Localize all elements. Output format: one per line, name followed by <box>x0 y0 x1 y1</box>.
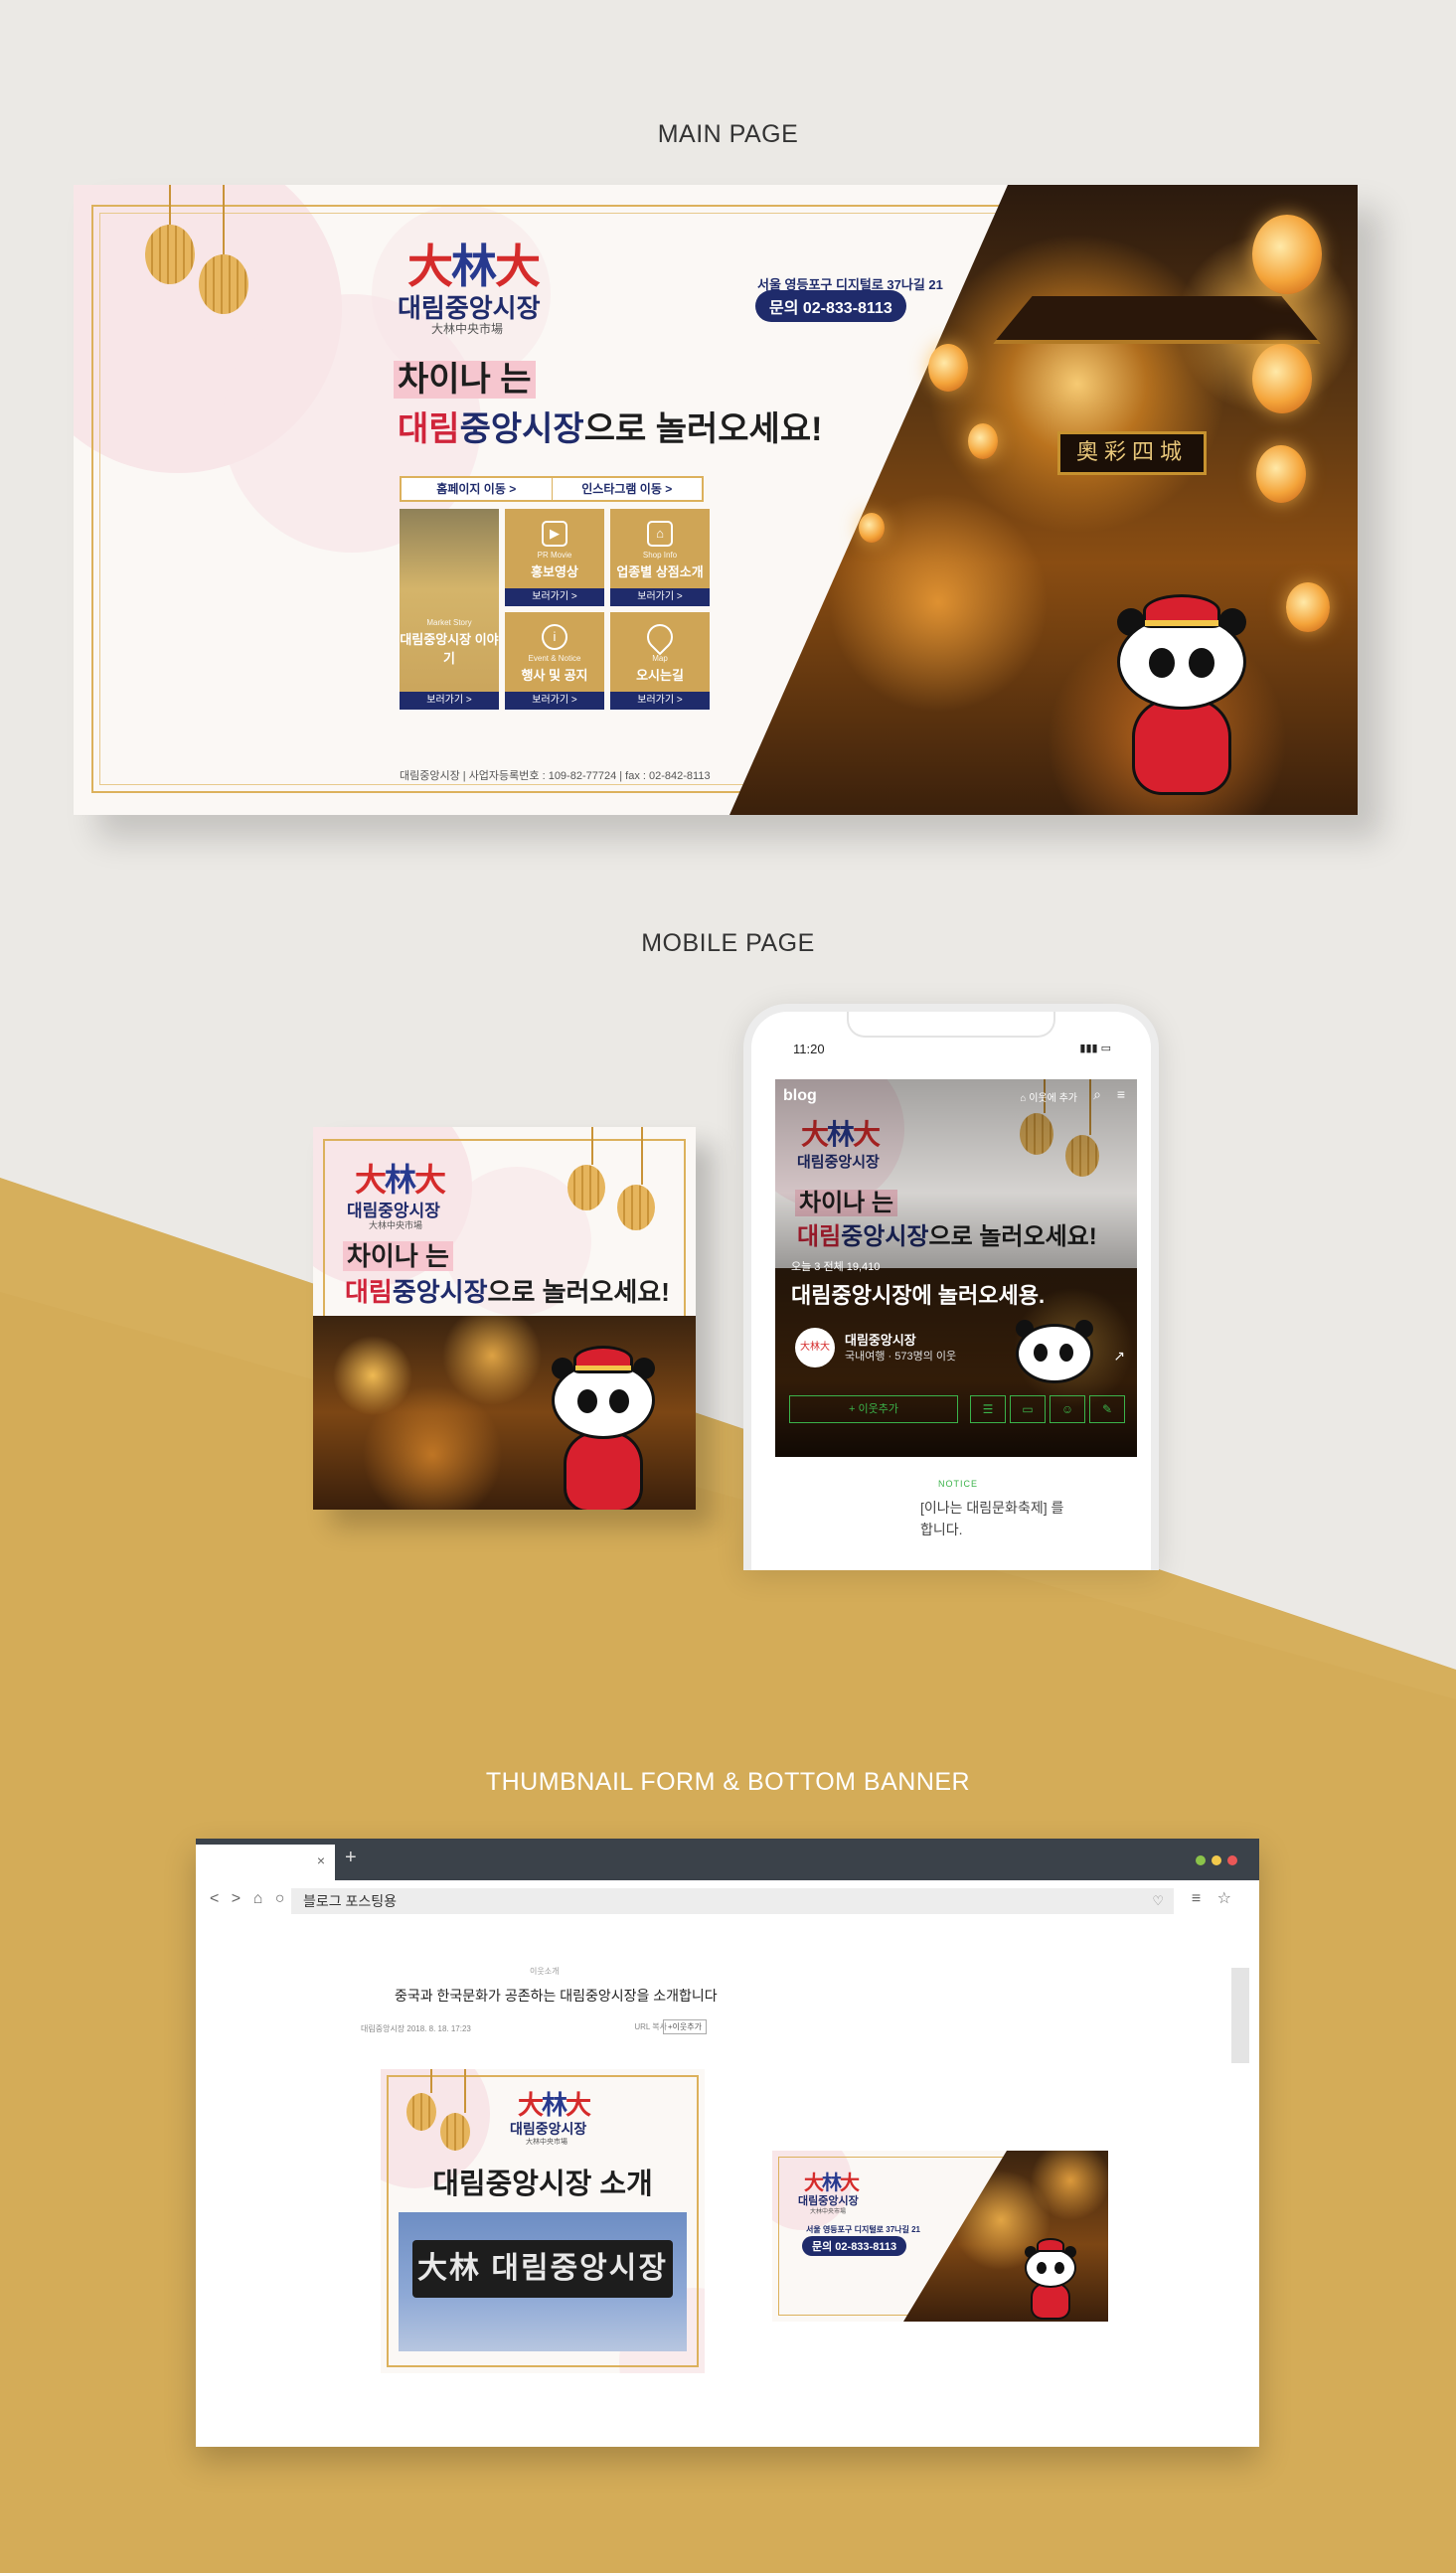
lantern-icon <box>1286 582 1330 632</box>
main-page-title: MAIN PAGE <box>657 120 799 148</box>
market-sign: 大林 대림중앙시장 <box>412 2240 673 2298</box>
post-category[interactable]: 이웃소개 <box>530 1966 559 1977</box>
tile-pr-movie[interactable]: ▶ PR Movie 홍보영상 보러가기 > <box>505 509 604 606</box>
brand-name-cn: 大林中央市場 <box>369 1220 423 1230</box>
panda-mascot <box>544 1346 663 1510</box>
brand-name-cn: 大林中央市場 <box>810 2209 847 2215</box>
mobile-page-title: MOBILE PAGE <box>641 929 815 957</box>
address-bar[interactable]: 블로그 포스팅용 ♡ <box>291 1888 1174 1914</box>
homepage-link[interactable]: 홈페이지 이동 > <box>402 478 552 500</box>
lantern-icon <box>199 185 248 314</box>
brand-logo: 大林大 <box>518 2091 591 2121</box>
brand-logo: 大林大 <box>407 240 541 293</box>
brand-name: 대림중앙시장 <box>510 2121 587 2137</box>
shop-icon: ⌂ <box>647 521 673 547</box>
blog-logo[interactable]: blog <box>783 1087 817 1105</box>
add-neighbor-button[interactable]: + 이웃추가 <box>789 1395 958 1423</box>
lantern-icon <box>145 185 195 284</box>
thumbnail-title-text: 대림중앙시장 소개 <box>432 2169 653 2200</box>
window-dot-green[interactable] <box>1196 1855 1206 1865</box>
phone-mockup: 11:20 ▮▮▮ ▭ 大林大 대림중앙시장 차이나 는 대림중앙시장으로 놀러… <box>743 1004 1159 1570</box>
lantern-icon <box>1252 215 1322 294</box>
edit-icon[interactable]: ✎ <box>1089 1395 1125 1423</box>
new-tab-icon[interactable]: + <box>345 1847 357 1869</box>
post-author[interactable]: 대림중앙시장 2018. 8. 18. 17:23 <box>361 2023 471 2034</box>
lantern-icon <box>617 1127 655 1230</box>
brand-name-cn: 大林中央市場 <box>431 322 504 336</box>
lantern-icon <box>1256 445 1306 503</box>
headline-line1: 차이나 는 <box>343 1236 453 1273</box>
lantern-icon <box>859 513 885 543</box>
phone-notch <box>847 1012 1055 1038</box>
avatar[interactable]: 大林大 <box>795 1328 835 1367</box>
window-dot-yellow[interactable] <box>1212 1855 1221 1865</box>
tile-market-story[interactable]: Market Story 대림중앙시장 이야기 보러가기 > <box>400 509 499 710</box>
market-sign-photo: 大林 대림중앙시장 <box>399 2212 687 2351</box>
copy-url-link[interactable]: URL 복사 <box>634 2021 667 2032</box>
square-banner: 大林大 대림중앙시장 大林中央市場 차이나 는 대림중앙시장으로 놀러오세요! <box>313 1127 696 1510</box>
address: 서울 영등포구 디지털로 37나길 21 <box>806 2225 921 2234</box>
tile-event-notice[interactable]: i Event & Notice 행사 및 공지 보러가기 > <box>505 612 604 710</box>
people-icon[interactable]: ☺ <box>1050 1395 1085 1423</box>
search-icon[interactable]: ⌕ <box>1093 1086 1101 1103</box>
headline-line1: 차이나 는 <box>394 352 536 401</box>
status-time: 11:20 <box>793 1042 825 1056</box>
brand-logo: 大林大 <box>804 2171 860 2194</box>
instagram-link[interactable]: 인스타그램 이동 > <box>551 478 703 500</box>
list-icon[interactable]: ☰ <box>970 1395 1006 1423</box>
scrollbar[interactable] <box>1231 1968 1249 2063</box>
chat-icon[interactable]: ▭ <box>1010 1395 1046 1423</box>
blog-title: 대림중앙시장에 놀러오세용. <box>791 1283 1046 1308</box>
headline-line2: 대림중앙시장으로 놀러오세요! <box>398 410 823 448</box>
window-dot-red[interactable] <box>1227 1855 1237 1865</box>
visit-counter: 오늘 3 전체 19,410 <box>791 1261 881 1273</box>
thumbnail-image: 大林大 대림중앙시장 大林中央市場 대림중앙시장 소개 大林 대림중앙시장 <box>381 2069 705 2373</box>
profile-name: 대림중앙시장 <box>845 1333 916 1348</box>
notice-text[interactable]: [이나는 대림문화축제] 를 합니다. <box>920 1497 1063 1540</box>
tile-map[interactable]: Map 오시는길 보러가기 > <box>610 612 710 710</box>
notice-label: NOTICE <box>938 1479 979 1489</box>
menu-icon[interactable]: ≡ <box>1117 1086 1125 1102</box>
phone-pill[interactable]: 문의 02-833-8113 <box>755 290 906 322</box>
share-icon[interactable]: ↗ <box>1113 1348 1125 1365</box>
brand-name-cn: 大林中央市場 <box>526 2139 567 2146</box>
lantern-icon <box>968 423 998 459</box>
temple-sign: 奧彩四城 <box>1057 431 1207 475</box>
headline-line2: 대림중앙시장으로 놀러오세요! <box>345 1277 670 1307</box>
browser-tab[interactable]: × <box>196 1845 335 1880</box>
browser-window: × + < > ⌂ ○ 블로그 포스팅용 ♡ ≡ ☆ 이웃소개 중국과 한국문화… <box>196 1839 1259 2447</box>
link-tabs: 홈페이지 이동 > 인스타그램 이동 > <box>400 476 704 502</box>
add-neighbor-button[interactable]: +이웃추가 <box>662 2019 707 2034</box>
add-neighbor-link[interactable]: ⌂ 이웃에 추가 <box>1020 1089 1077 1104</box>
close-icon[interactable]: × <box>317 1852 325 1868</box>
tile-shop-info[interactable]: ⌂ Shop Info 업종별 상점소개 보러가기 > <box>610 509 710 606</box>
profile-meta: 국내여행 · 573명의 이웃 <box>845 1351 957 1363</box>
info-icon: i <box>542 624 567 650</box>
map-pin-icon <box>641 618 679 656</box>
browser-titlebar: × + <box>196 1839 1259 1880</box>
browser-menu-buttons[interactable]: ≡ ☆ <box>1192 1888 1237 1908</box>
browser-nav-bar: < > ⌂ ○ 블로그 포스팅용 ♡ ≡ ☆ <box>196 1880 1259 1922</box>
play-icon: ▶ <box>542 521 567 547</box>
lantern-icon <box>440 2069 470 2151</box>
panda-mascot <box>1107 594 1256 801</box>
lantern-icon <box>406 2069 436 2131</box>
thumbnail-title: THUMBNAIL FORM & BOTTOM BANNER <box>485 1768 971 1796</box>
lantern-icon <box>567 1127 605 1210</box>
lantern-icon <box>1252 344 1312 413</box>
footer-info: 대림중앙시장 | 사업자등록번호 : 109-82-77724 | fax : … <box>400 770 711 782</box>
phone-pill[interactable]: 문의 02-833-8113 <box>802 2236 907 2256</box>
blog-screen: 大林大 대림중앙시장 차이나 는 대림중앙시장으로 놀러오세요! blog ⌂ … <box>775 1079 1137 1457</box>
post-title: 중국과 한국문화가 공존하는 대림중앙시장을 소개합니다 <box>395 1988 718 2004</box>
panda-mascot <box>1021 2238 1080 2320</box>
brand-logo: 大林大 <box>355 1161 446 1199</box>
nav-buttons[interactable]: < > ⌂ ○ <box>210 1890 288 1908</box>
main-banner: 奧彩四城 大林大 대림중앙시장 大林中央市場 차이나 는 대림중앙시장으로 놀러… <box>74 185 1358 815</box>
panda-mascot <box>1010 1314 1099 1403</box>
signal-battery-icon: ▮▮▮ ▭ <box>1079 1043 1111 1054</box>
bottom-banner: 大林大 대림중앙시장 大林中央市場 서울 영등포구 디지털로 37나길 21 문… <box>772 2151 1108 2322</box>
lantern-icon <box>928 344 968 392</box>
pin-icon[interactable]: ♡ <box>1152 1888 1164 1914</box>
